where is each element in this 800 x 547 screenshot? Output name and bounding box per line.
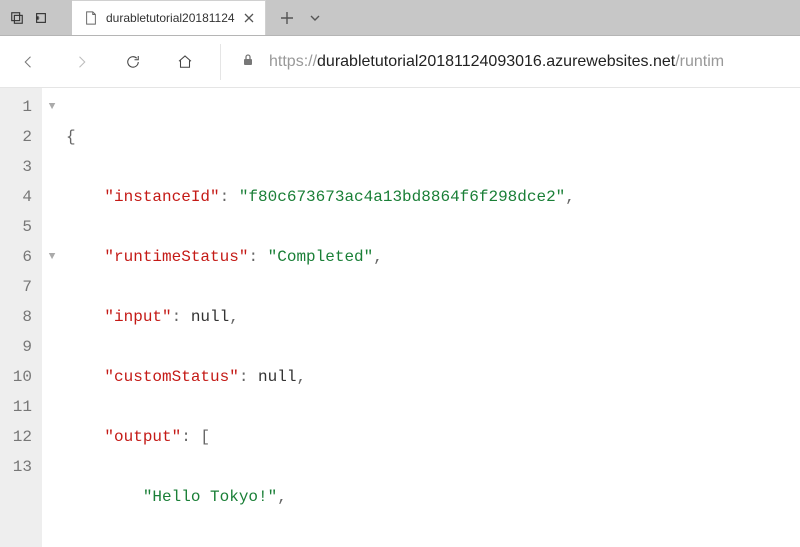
line-number: 10	[10, 362, 32, 392]
json-value: "f80c673673ac4a13bd8864f6f298dce2"	[239, 188, 565, 206]
line-number: 8	[10, 302, 32, 332]
window-control-icons	[0, 0, 72, 35]
url-scheme: https://	[269, 53, 317, 70]
close-icon[interactable]	[243, 12, 255, 24]
tab-title: durabletutorial20181124	[106, 11, 235, 25]
fold-gutter: ▼ ▼	[42, 88, 62, 547]
json-key: "instanceId"	[104, 188, 219, 206]
json-viewer: 1 2 3 4 5 6 7 8 9 10 11 12 13 ▼ ▼ { "ins…	[0, 88, 800, 547]
new-tab-icon[interactable]	[280, 11, 294, 25]
line-number: 9	[10, 332, 32, 362]
back-button[interactable]	[12, 45, 46, 79]
line-number: 2	[10, 122, 32, 152]
tab-strip-actions	[266, 0, 336, 35]
lock-icon	[241, 53, 255, 70]
line-number: 1	[10, 92, 32, 122]
json-value: null	[191, 308, 229, 326]
forward-button[interactable]	[64, 45, 98, 79]
address-bar[interactable]: https://durabletutorial20181124093016.az…	[220, 44, 788, 80]
browser-tab-active[interactable]: durabletutorial20181124	[72, 0, 266, 35]
line-number: 11	[10, 392, 32, 422]
chevron-down-icon[interactable]	[308, 11, 322, 25]
fold-toggle-icon[interactable]: ▼	[42, 242, 62, 272]
line-number: 7	[10, 272, 32, 302]
line-number-gutter: 1 2 3 4 5 6 7 8 9 10 11 12 13	[0, 88, 42, 547]
json-key: "input"	[104, 308, 171, 326]
toolbar: https://durabletutorial20181124093016.az…	[0, 36, 800, 88]
line-number: 6	[10, 242, 32, 272]
json-key: "output"	[104, 428, 181, 446]
json-array-item: "Hello Tokyo!"	[143, 488, 277, 506]
json-key: "runtimeStatus"	[104, 248, 248, 266]
url-text: https://durabletutorial20181124093016.az…	[269, 53, 724, 71]
line-number: 4	[10, 182, 32, 212]
line-number: 13	[10, 452, 32, 482]
line-number: 12	[10, 422, 32, 452]
fold-toggle-icon[interactable]: ▼	[42, 92, 62, 122]
json-value: "Completed"	[268, 248, 374, 266]
file-icon	[84, 11, 98, 25]
code-body[interactable]: { "instanceId": "f80c673673ac4a13bd8864f…	[62, 88, 575, 547]
url-path: /runtim	[675, 53, 724, 70]
cascade-icon[interactable]	[10, 11, 24, 25]
bracket: [	[200, 428, 210, 446]
url-host: durabletutorial20181124093016.azurewebsi…	[317, 53, 675, 70]
brace: {	[66, 128, 76, 146]
json-value: null	[258, 368, 296, 386]
json-key: "customStatus"	[104, 368, 238, 386]
line-number: 3	[10, 152, 32, 182]
set-aside-icon[interactable]	[34, 11, 48, 25]
home-button[interactable]	[168, 45, 202, 79]
refresh-button[interactable]	[116, 45, 150, 79]
line-number: 5	[10, 212, 32, 242]
tab-strip: durabletutorial20181124	[0, 0, 800, 36]
